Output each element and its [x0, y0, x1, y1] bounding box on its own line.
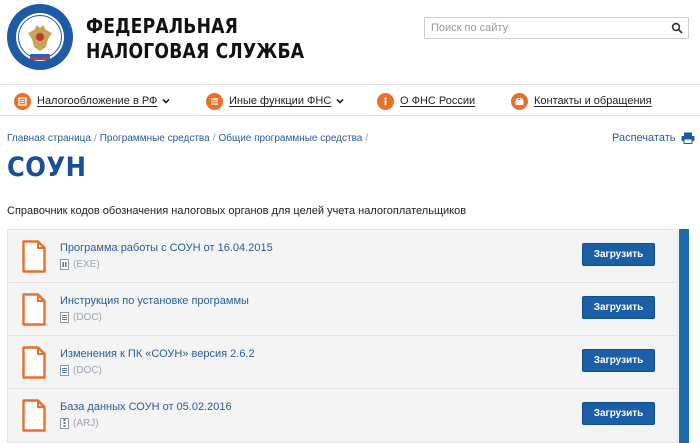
file-type-label: (DOC)	[73, 312, 102, 323]
file-type: (EXE)	[60, 259, 100, 270]
file-type-label: (EXE)	[73, 259, 100, 270]
file-type-label: (ARJ)	[73, 418, 99, 429]
menu-icon	[206, 92, 223, 110]
nav-item-label: Налогообложение в РФ	[37, 95, 158, 107]
file-row: Программа работы с СОУН от 16.04.2015 (E…	[8, 230, 677, 283]
download-button[interactable]: Загрузить	[582, 402, 655, 425]
phone-icon	[511, 92, 528, 110]
scrollbar[interactable]	[679, 229, 689, 443]
print-link[interactable]: Распечатать	[612, 132, 695, 144]
site-name[interactable]: ФЕДЕРАЛЬНАЯ НАЛОГОВАЯ СЛУЖБА	[86, 14, 304, 64]
file-row: Изменения к ПК «СОУН» версия 2.6.2 (DOC)…	[8, 336, 677, 389]
file-type: (DOC)	[60, 312, 102, 323]
download-button[interactable]: Загрузить	[582, 296, 655, 319]
document-icon	[22, 293, 46, 326]
breadcrumb-separator: /	[365, 133, 369, 144]
nav-item-about[interactable]: О ФНС России	[377, 91, 475, 111]
file-title-link[interactable]: Изменения к ПК «СОУН» версия 2.6.2	[60, 348, 255, 360]
document-icon	[22, 346, 46, 379]
breadcrumb: Главная страница / Программные средства / Об…	[7, 133, 371, 144]
search-box	[424, 17, 689, 39]
chevron-down-icon	[162, 98, 170, 104]
file-row: База данных СОУН от 05.02.2016 (ARJ) Заг…	[8, 389, 677, 442]
download-button[interactable]: Загрузить	[582, 243, 655, 266]
download-button[interactable]: Загрузить	[582, 349, 655, 372]
breadcrumb-separator: /	[93, 133, 97, 144]
files-list: Программа работы с СОУН от 16.04.2015 (E…	[7, 229, 678, 443]
nav-item-label: Контакты и обращения	[534, 95, 652, 107]
nav-item-contacts[interactable]: Контакты и обращения	[511, 91, 652, 111]
exe-file-icon	[60, 259, 69, 270]
nav-item-other-functions[interactable]: Иные функции ФНС	[206, 91, 344, 111]
file-type: (ARJ)	[60, 418, 99, 429]
file-title-link[interactable]: Программа работы с СОУН от 16.04.2015	[60, 242, 273, 254]
file-title-link[interactable]: База данных СОУН от 05.02.2016	[60, 401, 232, 413]
breadcrumb-item-general-software[interactable]: Общие программные средства	[218, 133, 362, 144]
site-name-line1: ФЕДЕРАЛЬНАЯ	[86, 14, 239, 38]
archive-file-icon	[60, 418, 69, 429]
nav-item-label: Иные функции ФНС	[229, 95, 332, 107]
tax-icon	[14, 92, 31, 110]
chevron-down-icon	[336, 98, 344, 104]
printer-icon	[681, 132, 695, 144]
site-name-line2: НАЛОГОВАЯ СЛУЖБА	[86, 39, 305, 63]
doc-file-icon	[60, 312, 69, 323]
doc-file-icon	[60, 365, 69, 376]
site-header: ФЕДЕРАЛЬНАЯ НАЛОГОВАЯ СЛУЖБА	[0, 0, 700, 84]
print-label: Распечатать	[612, 132, 676, 144]
main-nav: Налогообложение в РФ Иные функции ФНС О …	[0, 84, 700, 116]
info-icon	[377, 92, 394, 110]
breadcrumb-item-software[interactable]: Программные средства	[100, 133, 210, 144]
file-type: (DOC)	[60, 365, 102, 376]
nav-item-label: О ФНС России	[400, 95, 476, 107]
fns-emblem-icon[interactable]	[6, 3, 74, 71]
file-type-label: (DOC)	[73, 365, 102, 376]
search-icon[interactable]	[671, 22, 683, 34]
search-input[interactable]	[425, 18, 665, 38]
document-icon	[22, 240, 46, 273]
page-description: Справочник кодов обозначения налоговых о…	[7, 205, 467, 217]
file-title-link[interactable]: Инструкция по установке программы	[60, 295, 249, 307]
nav-item-taxation[interactable]: Налогообложение в РФ	[14, 91, 170, 111]
file-row: Инструкция по установке программы (DOC) …	[8, 283, 677, 336]
document-icon	[22, 399, 46, 432]
page-title: СОУН	[7, 152, 87, 183]
breadcrumb-item-home[interactable]: Главная страница	[7, 133, 91, 144]
